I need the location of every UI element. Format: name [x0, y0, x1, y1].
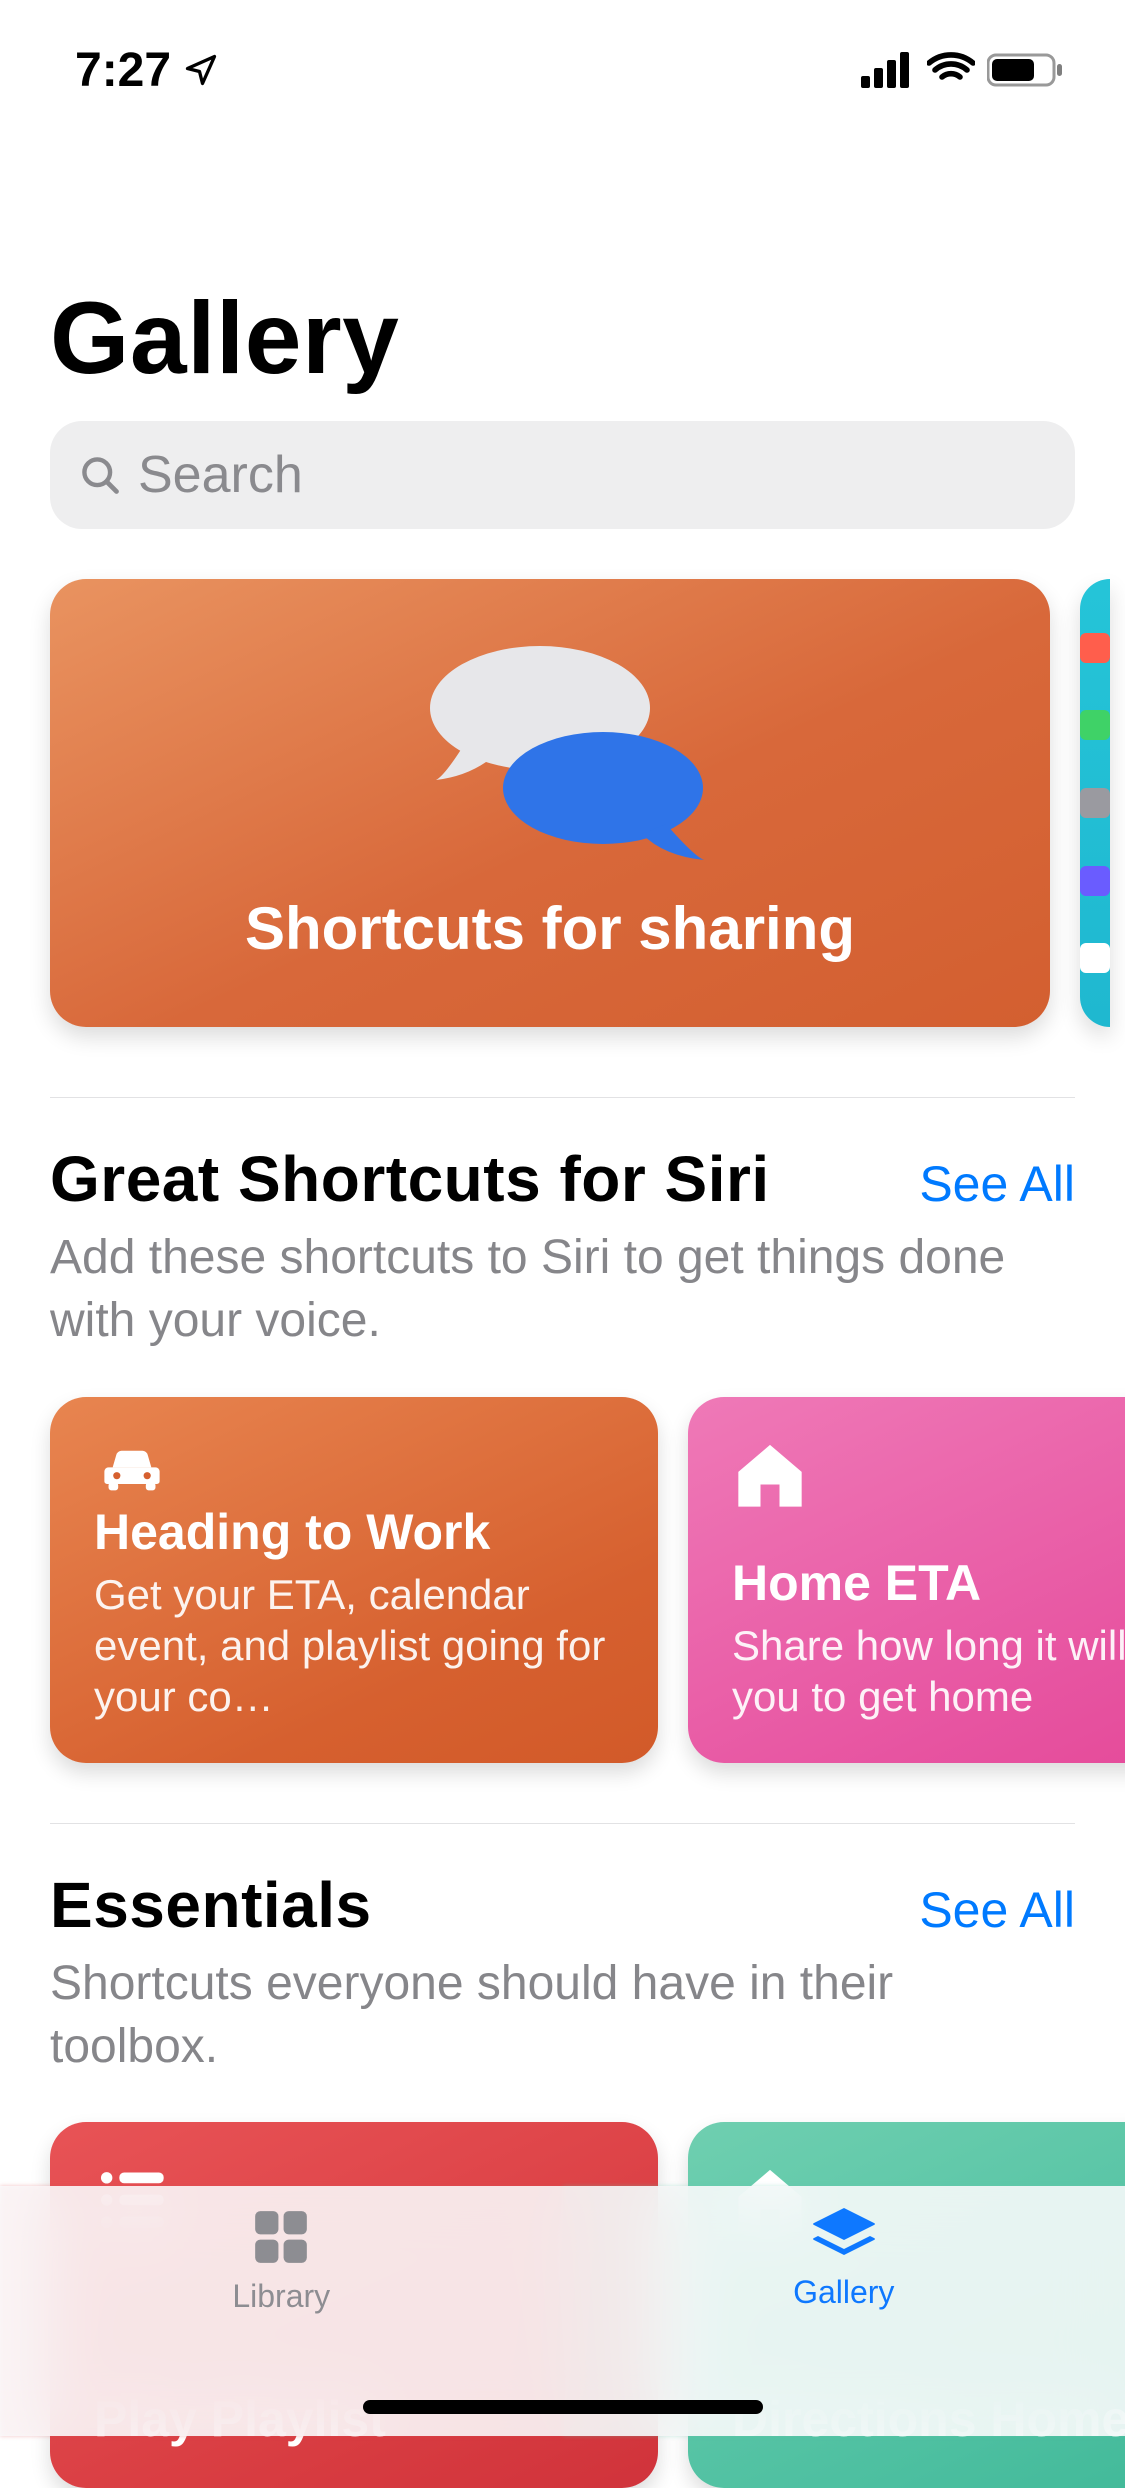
- tile-desc: Get your ETA, calendar event, and playli…: [94, 1569, 614, 1723]
- tile-home-eta[interactable]: Home ETA Share how long it will ta you t…: [688, 1397, 1125, 1763]
- see-all-link[interactable]: See All: [919, 1881, 1075, 1939]
- section-subtitle: Add these shortcuts to Siri to get thing…: [50, 1226, 1075, 1353]
- tiles-row-siri[interactable]: Heading to Work Get your ETA, calendar e…: [0, 1397, 1125, 1763]
- tile-title: Heading to Work: [94, 1503, 614, 1561]
- see-all-link[interactable]: See All: [919, 1155, 1075, 1213]
- section-title: Great Shortcuts for Siri: [50, 1142, 770, 1216]
- featured-card-sharing[interactable]: Shortcuts for sharing: [50, 579, 1050, 1027]
- tab-label: Library: [232, 2278, 330, 2315]
- speech-bubbles-icon: [390, 642, 710, 872]
- search-input[interactable]: [138, 445, 1047, 505]
- grid-icon: [250, 2206, 312, 2268]
- wifi-icon: [927, 52, 975, 88]
- layers-icon: [808, 2206, 880, 2264]
- featured-card-peek[interactable]: [1080, 579, 1110, 1027]
- tab-label: Gallery: [793, 2274, 894, 2311]
- home-icon: [732, 1437, 808, 1513]
- featured-card-title: Shortcuts for sharing: [50, 894, 1050, 963]
- section-title: Essentials: [50, 1868, 372, 1942]
- home-indicator[interactable]: [363, 2400, 763, 2414]
- search-icon: [78, 453, 122, 497]
- location-services-icon: [183, 52, 219, 88]
- status-time: 7:27: [75, 43, 171, 98]
- page-title: Gallery: [0, 140, 1125, 421]
- tile-heading-to-work[interactable]: Heading to Work Get your ETA, calendar e…: [50, 1397, 658, 1763]
- tile-desc: Share how long it will ta you to get hom…: [732, 1620, 1125, 1722]
- status-bar: 7:27: [0, 0, 1125, 140]
- tile-title: Home ETA: [732, 1554, 1125, 1612]
- section-siri: Great Shortcuts for Siri See All Add the…: [0, 1098, 1125, 1353]
- car-icon: [94, 1437, 170, 1503]
- section-essentials: Essentials See All Shortcuts everyone sh…: [0, 1824, 1125, 2079]
- cellular-signal-icon: [861, 52, 915, 88]
- tab-bar: Library Gallery: [0, 2186, 1125, 2436]
- section-subtitle: Shortcuts everyone should have in their …: [50, 1952, 1075, 2079]
- search-field[interactable]: [50, 421, 1075, 529]
- battery-icon: [987, 52, 1065, 88]
- featured-carousel[interactable]: Shortcuts for sharing: [0, 579, 1125, 1037]
